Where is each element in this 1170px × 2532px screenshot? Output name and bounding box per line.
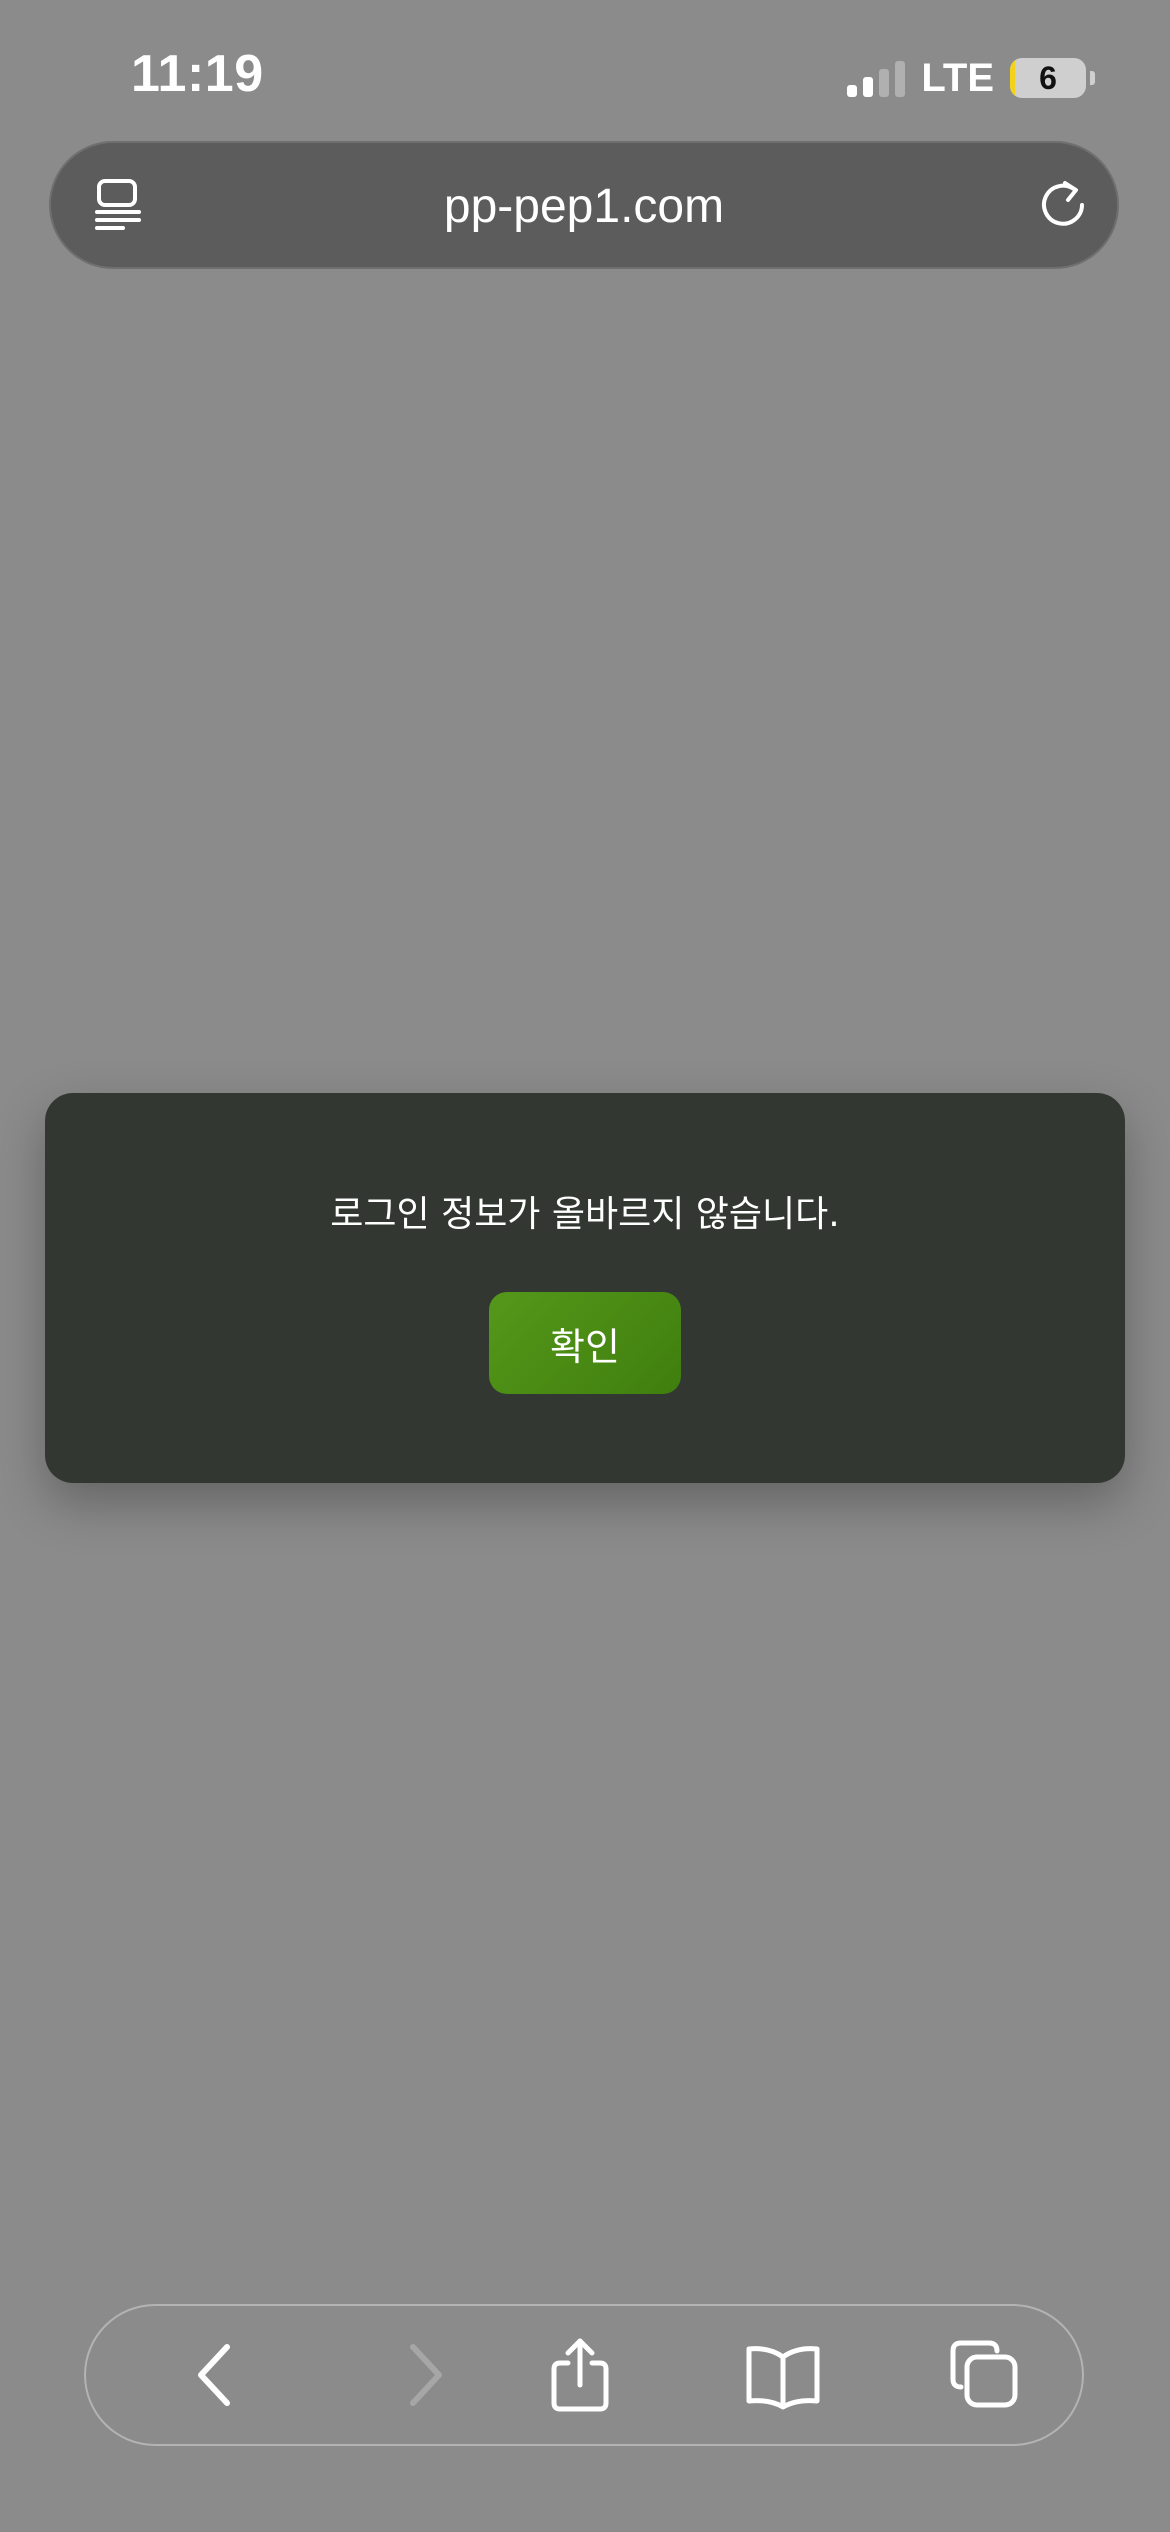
status-indicators: LTE 6 (847, 55, 1095, 101)
signal-strength-icon (847, 59, 906, 97)
book-icon[interactable] (743, 2335, 823, 2415)
battery-tip (1090, 71, 1095, 85)
tabs-icon[interactable] (945, 2335, 1025, 2415)
browser-toolbar (84, 2304, 1084, 2446)
url-text[interactable]: pp-pep1.com (49, 179, 1119, 234)
battery-level: 6 (1039, 59, 1057, 96)
battery-icon: 6 (1010, 58, 1086, 98)
address-bar[interactable]: pp-pep1.com (49, 141, 1119, 269)
status-time: 11:19 (131, 45, 264, 103)
screen: 11:19 LTE 6 pp-pep1.com 로그인 정보가 올바르지 않습니… (0, 0, 1170, 2532)
battery-fill (1010, 58, 1015, 98)
chevron-right-icon[interactable] (383, 2335, 463, 2415)
network-type: LTE (921, 55, 994, 100)
dialog-message: 로그인 정보가 올바르지 않습니다. (330, 1194, 840, 1235)
chevron-left-icon[interactable] (177, 2335, 257, 2415)
share-icon[interactable] (540, 2335, 620, 2415)
reload-icon[interactable] (1035, 177, 1091, 233)
alert-dialog: 로그인 정보가 올바르지 않습니다. 확인 (45, 1093, 1125, 1483)
confirm-button[interactable]: 확인 (489, 1292, 681, 1394)
